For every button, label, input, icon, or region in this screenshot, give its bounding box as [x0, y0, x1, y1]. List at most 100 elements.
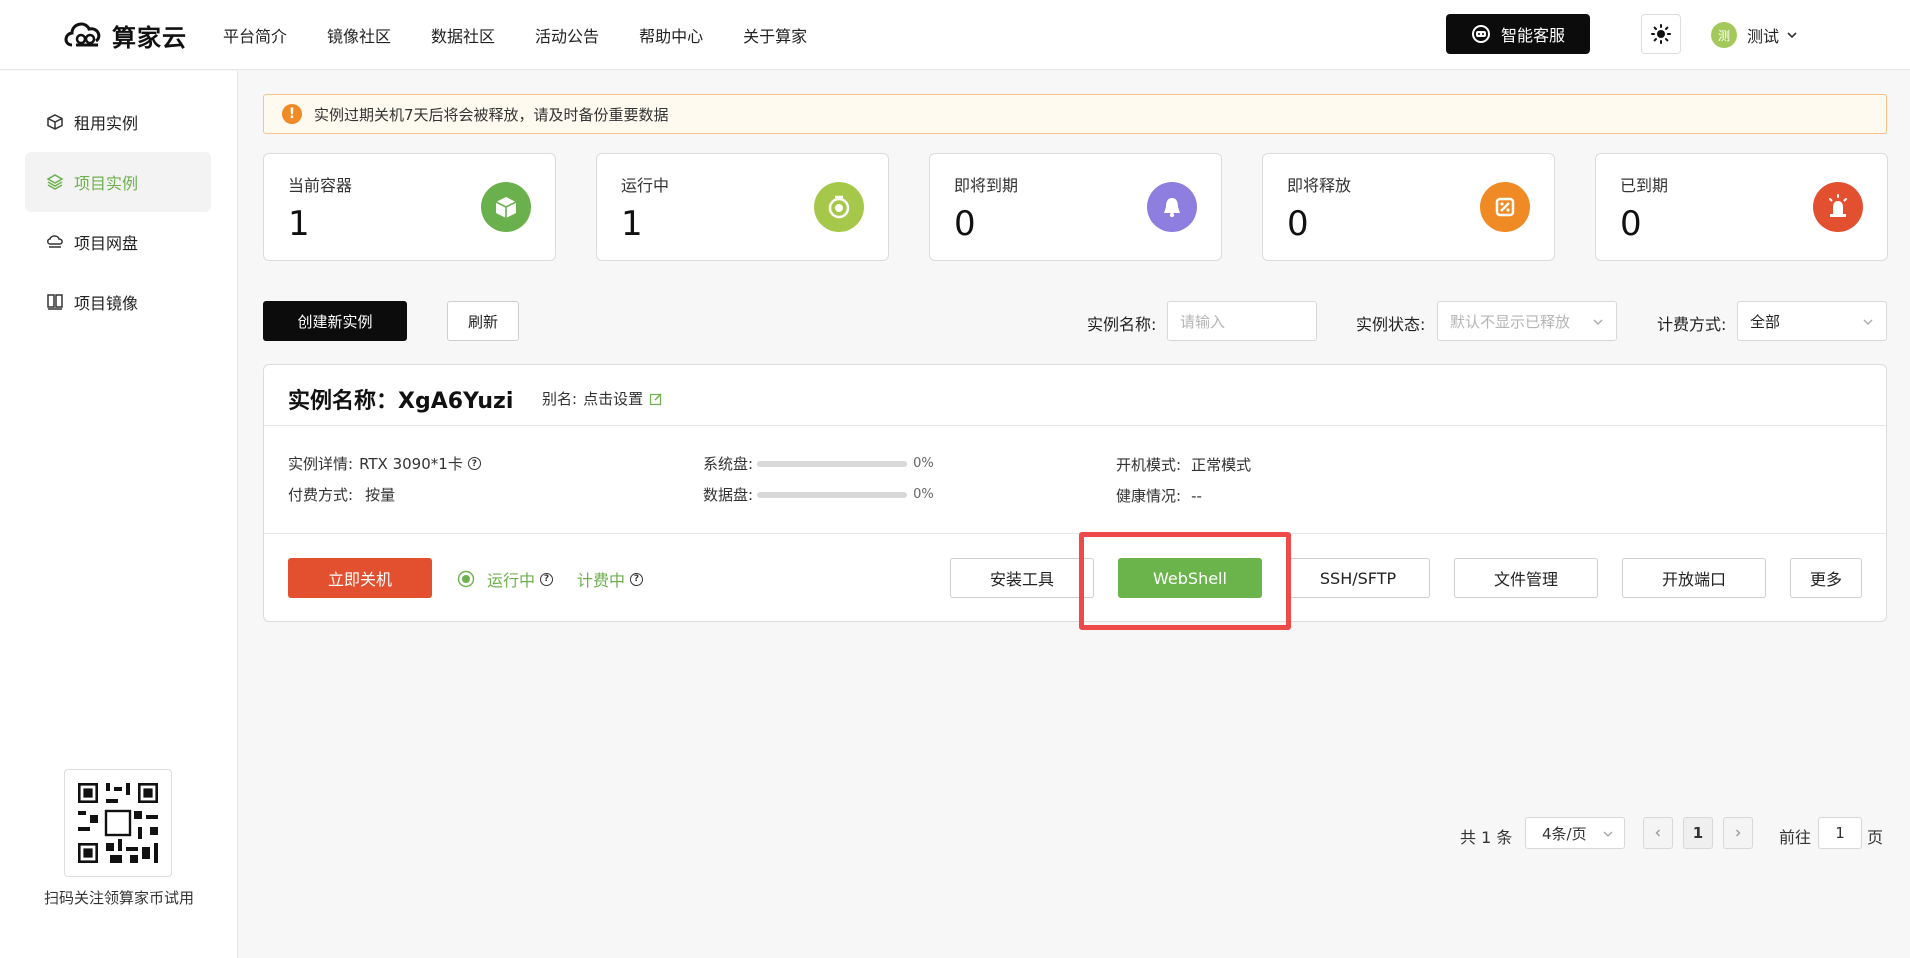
top-header: 算家云 平台简介 镜像社区 数据社区 活动公告 帮助中心 关于算家 智能客服 测…	[0, 0, 1910, 70]
billing-status: 计费中 ?	[577, 567, 644, 591]
pay-value: 按量	[365, 486, 396, 504]
edit-icon[interactable]	[649, 392, 663, 406]
sidebar-item-label: 项目实例	[74, 174, 139, 193]
container-icon	[481, 182, 531, 232]
logo[interactable]: 算家云	[62, 12, 187, 58]
billing-value: 全部	[1750, 312, 1781, 331]
data-disk-usage: 数据盘: 0%	[703, 484, 934, 505]
data-disk-pct: 0%	[913, 487, 934, 502]
billing-select[interactable]: 全部	[1737, 301, 1887, 341]
sidebar-item-project-instance[interactable]: 项目实例	[25, 152, 211, 212]
sidebar-item-rent-instance[interactable]: 租用实例	[25, 92, 211, 152]
theme-toggle-button[interactable]	[1641, 14, 1681, 54]
nav-about[interactable]: 关于算家	[743, 23, 807, 47]
stat-value: 1	[621, 204, 643, 244]
nav-help-center[interactable]: 帮助中心	[639, 23, 703, 47]
prev-page-button[interactable]	[1643, 817, 1673, 849]
smart-service-label: 智能客服	[1500, 26, 1565, 45]
next-page-button[interactable]	[1723, 817, 1753, 849]
help-icon[interactable]: ?	[630, 572, 644, 586]
page-number-current[interactable]: 1	[1683, 817, 1713, 849]
stat-card-releasing: 即将释放 0	[1262, 153, 1555, 261]
more-button[interactable]: 更多	[1790, 558, 1862, 598]
bell-icon	[1147, 182, 1197, 232]
sidebar-item-label: 租用实例	[74, 114, 139, 133]
stat-value: 0	[1287, 204, 1309, 244]
help-icon[interactable]: ?	[540, 572, 554, 586]
page-suffix: 页	[1867, 828, 1884, 847]
instance-name-filter-label: 实例名称:	[1087, 315, 1157, 334]
billing-filter-label: 计费方式:	[1657, 315, 1727, 334]
sys-disk-pct: 0%	[913, 456, 934, 471]
instance-status-filter-label: 实例状态:	[1356, 315, 1426, 334]
sun-icon	[1651, 24, 1671, 44]
notice-text: 实例过期关机7天后将会被释放，请及时备份重要数据	[314, 105, 669, 124]
warning-icon: !	[282, 104, 302, 124]
stat-card-expiring: 即将到期 0	[929, 153, 1222, 261]
release-icon	[1480, 182, 1530, 232]
nav-data-community[interactable]: 数据社区	[431, 23, 495, 47]
stat-label: 运行中	[621, 176, 670, 195]
instance-status-select[interactable]: 默认不显示已释放	[1437, 301, 1617, 341]
radio-on-icon	[457, 570, 475, 588]
cube-icon	[47, 114, 63, 130]
chevron-right-icon	[1736, 829, 1741, 837]
data-disk-bar	[757, 491, 908, 498]
stat-value: 0	[954, 204, 976, 244]
file-manager-button[interactable]: 文件管理	[1454, 558, 1598, 598]
stat-label: 已到期	[1620, 176, 1669, 195]
alias-label: 别名:	[542, 390, 578, 408]
boot-label: 开机模式:	[1116, 456, 1182, 474]
chevron-down-icon	[1593, 319, 1603, 325]
sys-disk-bar	[757, 460, 908, 467]
page-size-select[interactable]: 4条/页	[1525, 817, 1625, 849]
goto-label: 前往	[1779, 828, 1812, 847]
stat-label: 即将到期	[954, 176, 1019, 195]
webshell-highlight-box	[1079, 532, 1291, 630]
chevron-down-icon	[1863, 319, 1873, 325]
logo-text: 算家云	[112, 23, 187, 52]
system-disk-usage: 系统盘: 0%	[703, 453, 934, 474]
robot-icon	[1471, 25, 1490, 43]
sidebar-item-project-drive[interactable]: 项目网盘	[25, 212, 211, 272]
chevron-down-icon	[1603, 831, 1613, 837]
layers-icon	[46, 174, 64, 190]
instance-card: 实例名称：XgA6Yuzi 别名: 点击设置 实例详情: RTX 3090*1卡…	[263, 364, 1887, 622]
instance-name-input[interactable]: 请输入	[1167, 301, 1317, 341]
nav-platform-intro[interactable]: 平台简介	[223, 23, 287, 47]
goto-page-input[interactable]: 1	[1818, 817, 1862, 849]
alias-set-link[interactable]: 点击设置	[583, 388, 643, 409]
open-port-button[interactable]: 开放端口	[1622, 558, 1766, 598]
image-icon	[47, 294, 63, 310]
page-size-value: 4条/页	[1542, 824, 1587, 843]
health-status: 健康情况: --	[1116, 485, 1202, 506]
detail-value: RTX 3090*1卡	[359, 455, 463, 473]
refresh-button[interactable]: 刷新	[447, 301, 519, 341]
qr-code-icon	[74, 779, 162, 867]
smart-service-button[interactable]: 智能客服	[1446, 14, 1590, 54]
card-divider	[264, 533, 1886, 534]
chevron-left-icon	[1655, 829, 1660, 837]
user-menu[interactable]: 测 测试	[1711, 22, 1799, 48]
pay-label: 付费方式:	[288, 486, 354, 504]
user-name: 测试	[1747, 27, 1780, 46]
sys-disk-label: 系统盘:	[703, 455, 754, 473]
nav-image-community[interactable]: 镜像社区	[327, 23, 391, 47]
stat-value: 0	[1620, 204, 1642, 244]
running-status: 运行中 ?	[457, 567, 554, 591]
qr-caption: 扫码关注领算家币试用	[43, 889, 194, 907]
ssh-sftp-button[interactable]: SSH/SFTP	[1286, 558, 1430, 598]
boot-mode: 开机模式: 正常模式	[1116, 454, 1251, 475]
sidebar-item-label: 项目镜像	[74, 294, 139, 313]
chevron-down-icon	[1787, 32, 1797, 39]
qr-code	[64, 769, 172, 877]
nav-announcements[interactable]: 活动公告	[535, 23, 599, 47]
create-instance-button[interactable]: 创建新实例	[263, 301, 407, 341]
sidebar-item-label: 项目网盘	[74, 234, 139, 253]
instance-title: 实例名称：XgA6Yuzi	[288, 389, 514, 414]
install-tools-button[interactable]: 安装工具	[950, 558, 1094, 598]
logo-cloud-icon	[64, 22, 101, 47]
shutdown-button[interactable]: 立即关机	[288, 558, 432, 598]
sidebar-item-project-image[interactable]: 项目镜像	[25, 272, 211, 332]
help-icon[interactable]: ?	[467, 457, 481, 470]
